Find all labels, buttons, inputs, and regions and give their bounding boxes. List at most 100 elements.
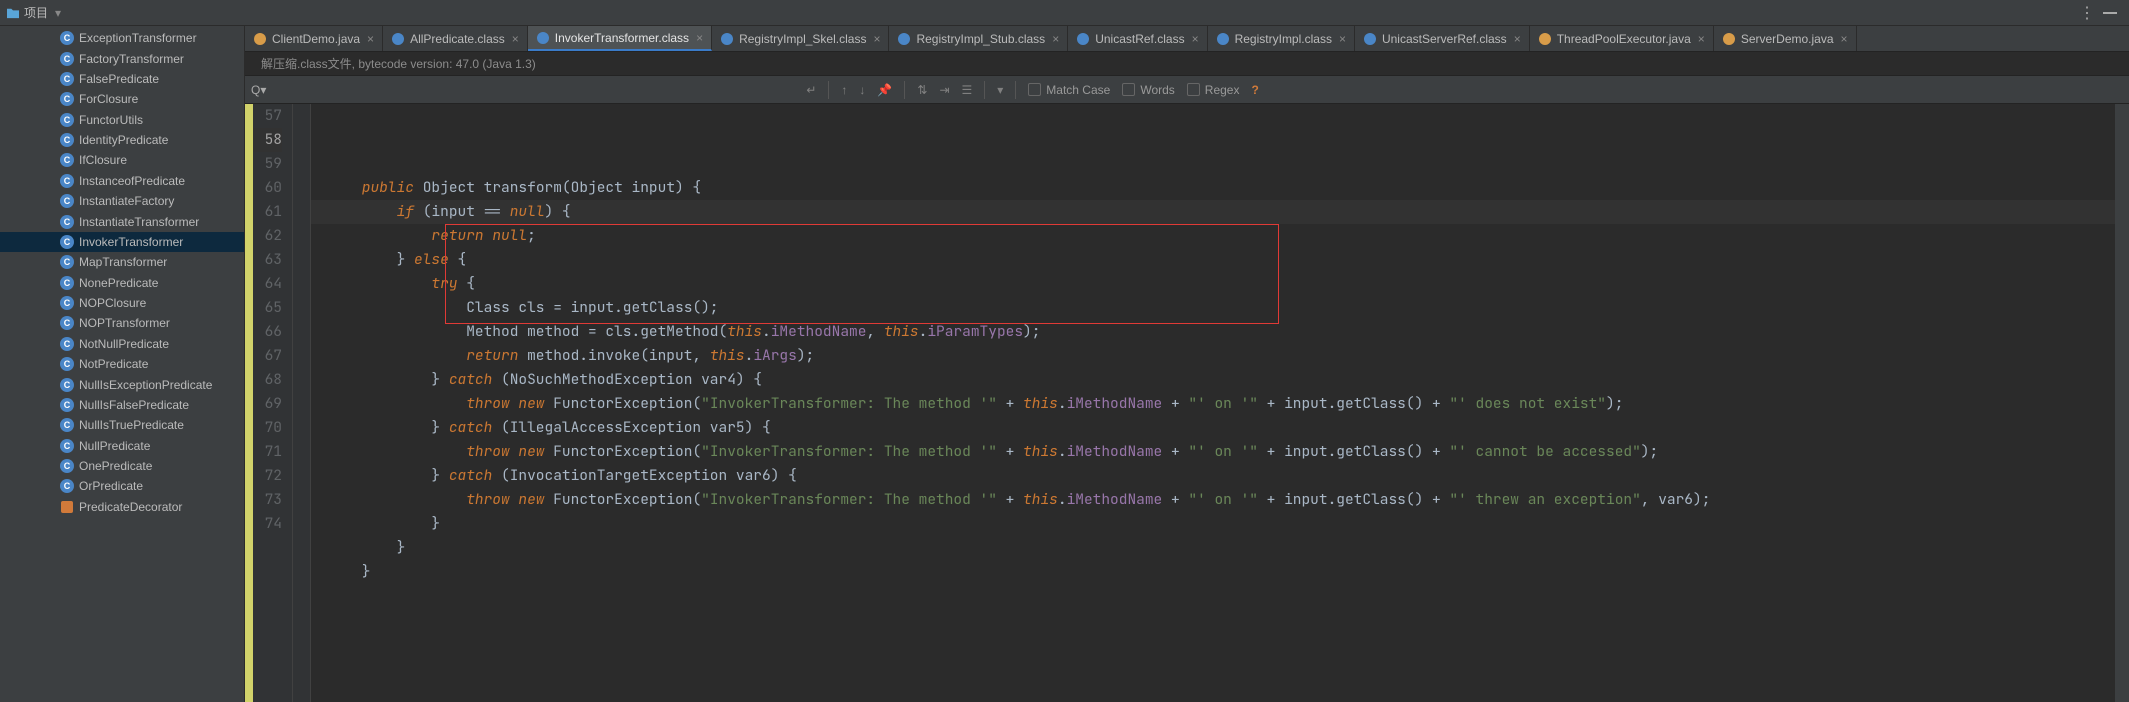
line-number[interactable]: 62 [253,224,282,248]
tab-clientdemo-java[interactable]: ClientDemo.java× [245,26,383,51]
close-icon[interactable]: × [1339,32,1346,46]
tree-item-notnullpredicate[interactable]: CNotNullPredicate [0,334,244,354]
tab-serverdemo-java[interactable]: ServerDemo.java× [1714,26,1857,51]
tab-registryimpl-skel-class[interactable]: RegistryImpl_Skel.class× [712,26,889,51]
tree-item-exceptiontransformer[interactable]: CExceptionTransformer [0,28,244,48]
tree-item-functorutils[interactable]: CFunctorUtils [0,110,244,130]
line-number[interactable]: 58 [253,128,282,152]
code-line[interactable]: return null; [311,224,2115,248]
search-input[interactable] [276,82,796,97]
code-line[interactable]: try { [311,272,2115,296]
tree-item-predicatedecorator[interactable]: PredicateDecorator [0,497,244,517]
tree-item-instantiatetransformer[interactable]: CInstantiateTransformer [0,211,244,231]
code-line[interactable]: } [311,536,2115,560]
tree-item-factorytransformer[interactable]: CFactoryTransformer [0,48,244,68]
tab-unicastserverref-class[interactable]: UnicastServerRef.class× [1355,26,1530,51]
line-number[interactable]: 66 [253,320,282,344]
code-line[interactable]: } else { [311,248,2115,272]
line-number[interactable]: 67 [253,344,282,368]
tab-unicastref-class[interactable]: UnicastRef.class× [1068,26,1207,51]
code-content[interactable]: public Object transform(Object input) { … [311,104,2115,702]
line-number[interactable]: 70 [253,416,282,440]
line-number[interactable]: 64 [253,272,282,296]
pin-icon[interactable]: 📌 [877,83,892,97]
tree-item-invokertransformer[interactable]: CInvokerTransformer [0,232,244,252]
code-line[interactable]: } catch (NoSuchMethodException var4) { [311,368,2115,392]
line-number[interactable]: 59 [253,152,282,176]
tree-item-nullpredicate[interactable]: CNullPredicate [0,436,244,456]
code-line[interactable]: } catch (IllegalAccessException var5) { [311,416,2115,440]
close-icon[interactable]: × [367,32,374,46]
tree-item-instantiatefactory[interactable]: CInstantiateFactory [0,191,244,211]
tree-item-orpredicate[interactable]: COrPredicate [0,476,244,496]
filter-icon[interactable]: ▾ [997,83,1003,97]
tree-item-nullistruepredicate[interactable]: CNullIsTruePredicate [0,415,244,435]
code-line[interactable]: if (input == null) { [311,200,2115,224]
select-all-icon[interactable]: ☰ [962,83,973,97]
code-line[interactable]: } [311,512,2115,536]
next-match-icon[interactable]: ↓ [859,83,865,97]
tab-invokertransformer-class[interactable]: InvokerTransformer.class× [528,26,712,51]
code-line[interactable]: throw new FunctorException("InvokerTrans… [311,440,2115,464]
tree-item-notpredicate[interactable]: CNotPredicate [0,354,244,374]
close-icon[interactable]: × [1052,32,1059,46]
line-number[interactable]: 73 [253,488,282,512]
close-icon[interactable]: × [512,32,519,46]
match-case-checkbox[interactable]: Match Case [1028,83,1110,97]
fold-gutter[interactable] [293,104,311,702]
close-icon[interactable]: × [873,32,880,46]
close-icon[interactable]: × [696,31,703,45]
line-number[interactable]: 74 [253,512,282,536]
help-icon[interactable]: ? [1251,83,1258,97]
tree-item-nonepredicate[interactable]: CNonePredicate [0,273,244,293]
project-tree[interactable]: CExceptionTransformerCFactoryTransformer… [0,26,244,702]
code-line[interactable]: return method.invoke(input, this.iArgs); [311,344,2115,368]
line-number[interactable]: 57 [253,104,282,128]
tab-allpredicate-class[interactable]: AllPredicate.class× [383,26,528,51]
tree-item-noptransformer[interactable]: CNOPTransformer [0,313,244,333]
tree-item-maptransformer[interactable]: CMapTransformer [0,252,244,272]
tree-item-ifclosure[interactable]: CIfClosure [0,150,244,170]
minimize-icon[interactable] [2103,12,2117,14]
tree-item-identitypredicate[interactable]: CIdentityPredicate [0,130,244,150]
line-number[interactable]: 69 [253,392,282,416]
prev-match-icon[interactable]: ↑ [841,83,847,97]
tab-registryimpl-stub-class[interactable]: RegistryImpl_Stub.class× [889,26,1068,51]
code-line[interactable]: } catch (InvocationTargetException var6)… [311,464,2115,488]
tree-item-instanceofpredicate[interactable]: CInstanceofPredicate [0,171,244,191]
code-line[interactable]: throw new FunctorException("InvokerTrans… [311,488,2115,512]
close-icon[interactable]: × [1698,32,1705,46]
tab-registryimpl-class[interactable]: RegistryImpl.class× [1208,26,1355,51]
tab-threadpoolexecutor-java[interactable]: ThreadPoolExecutor.java× [1530,26,1714,51]
tree-item-nopclosure[interactable]: CNOPClosure [0,293,244,313]
line-number-gutter[interactable]: 575859606162636465666768697071727374 [253,104,293,702]
line-number[interactable]: 61 [253,200,282,224]
line-number[interactable]: 72 [253,464,282,488]
words-checkbox[interactable]: Words [1122,83,1174,97]
tree-item-onepredicate[interactable]: COnePredicate [0,456,244,476]
line-number[interactable]: 71 [253,440,282,464]
tree-item-forclosure[interactable]: CForClosure [0,89,244,109]
line-number[interactable]: 68 [253,368,282,392]
line-number[interactable]: 63 [253,248,282,272]
tree-item-nullisexceptionpredicate[interactable]: CNullIsExceptionPredicate [0,374,244,394]
indent-icon[interactable]: ⇥ [939,83,949,97]
code-line[interactable]: Class cls = input.getClass(); [311,296,2115,320]
sort-icon[interactable]: ⇅ [917,83,927,97]
code-line[interactable]: public Object transform(Object input) { [311,176,2115,200]
tree-item-nullisfalsepredicate[interactable]: CNullIsFalsePredicate [0,395,244,415]
code-line[interactable]: throw new FunctorException("InvokerTrans… [311,392,2115,416]
vertical-scrollbar[interactable] [2115,104,2129,702]
code-line[interactable] [311,584,2115,608]
kebab-menu-icon[interactable]: ⋮ [2079,3,2095,23]
search-mode-toggle[interactable]: Q▾ [251,83,266,97]
line-number[interactable]: 60 [253,176,282,200]
close-icon[interactable]: × [1514,32,1521,46]
tree-item-falsepredicate[interactable]: CFalsePredicate [0,69,244,89]
code-line[interactable]: } [311,560,2115,584]
code-line[interactable]: Method method = cls.getMethod(this.iMeth… [311,320,2115,344]
close-icon[interactable]: × [1841,32,1848,46]
close-icon[interactable]: × [1192,32,1199,46]
project-selector[interactable]: 项目 [6,4,61,21]
line-number[interactable]: 65 [253,296,282,320]
